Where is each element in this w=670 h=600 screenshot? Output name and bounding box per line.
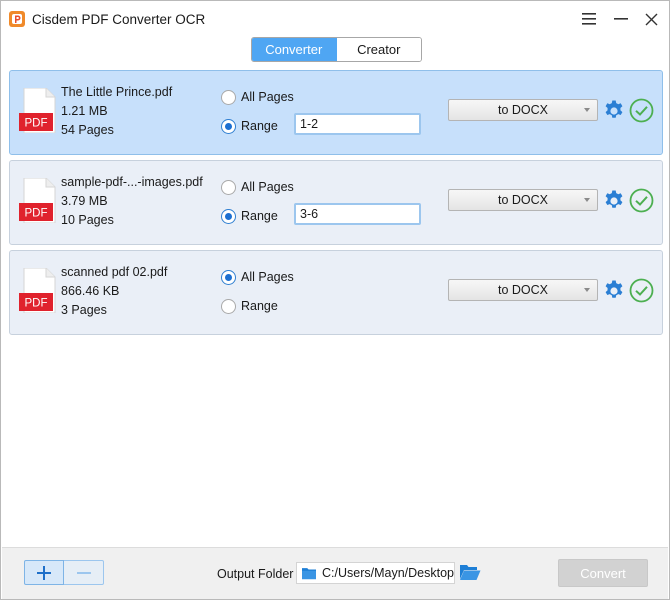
tab-creator[interactable]: Creator bbox=[336, 38, 421, 61]
folder-icon bbox=[302, 568, 317, 580]
title-bar: Cisdem PDF Converter OCR bbox=[1, 1, 669, 35]
range-label: Range bbox=[241, 299, 278, 313]
format-value: to DOCX bbox=[497, 103, 548, 117]
chevron-down-icon bbox=[584, 198, 590, 202]
file-page-count: 3 Pages bbox=[61, 303, 107, 317]
convert-button[interactable]: Convert bbox=[558, 559, 648, 587]
all-pages-radio[interactable] bbox=[221, 90, 236, 105]
app-window: Cisdem PDF Converter OCR Converter Creat… bbox=[0, 0, 670, 600]
check-circle-icon bbox=[629, 278, 654, 303]
app-title: Cisdem PDF Converter OCR bbox=[32, 12, 206, 27]
minus-icon bbox=[76, 571, 91, 574]
add-file-button[interactable] bbox=[24, 560, 64, 585]
file-size: 866.46 KB bbox=[61, 284, 120, 298]
chevron-down-icon bbox=[584, 108, 590, 112]
file-name: The Little Prince.pdf bbox=[61, 85, 173, 99]
gear-icon[interactable] bbox=[602, 189, 626, 213]
svg-text:PDF: PDF bbox=[25, 208, 48, 220]
hamburger-menu-icon[interactable] bbox=[575, 6, 603, 32]
range-radio[interactable] bbox=[221, 119, 236, 134]
minimize-icon[interactable] bbox=[607, 6, 635, 32]
range-radio[interactable] bbox=[221, 209, 236, 224]
file-page-count: 10 Pages bbox=[61, 213, 114, 227]
output-path-text: C:/Users/Mayn/Desktop bbox=[322, 566, 454, 580]
file-row[interactable]: PDF sample-pdf-...-images.pdf 3.79 MB 10… bbox=[9, 160, 663, 245]
file-name: scanned pdf 02.pdf bbox=[61, 265, 168, 279]
all-pages-label: All Pages bbox=[241, 180, 294, 194]
format-dropdown[interactable]: to DOCX bbox=[448, 279, 598, 301]
file-page-count: 54 Pages bbox=[61, 123, 114, 137]
gear-icon[interactable] bbox=[602, 99, 626, 123]
svg-text:PDF: PDF bbox=[25, 298, 48, 310]
bottom-toolbar: Output Folder C:/Users/Mayn/Desktop Conv… bbox=[2, 547, 668, 599]
file-row[interactable]: PDF The Little Prince.pdf 1.21 MB 54 Pag… bbox=[9, 70, 663, 155]
format-dropdown[interactable]: to DOCX bbox=[448, 99, 598, 121]
file-row[interactable]: PDF scanned pdf 02.pdf 866.46 KB 3 Pages… bbox=[9, 250, 663, 335]
format-value: to DOCX bbox=[497, 283, 548, 297]
chevron-down-icon bbox=[584, 288, 590, 292]
plus-icon bbox=[37, 565, 51, 580]
all-pages-radio[interactable] bbox=[221, 180, 236, 195]
close-icon[interactable] bbox=[637, 6, 665, 32]
output-folder-path[interactable]: C:/Users/Mayn/Desktop bbox=[296, 562, 455, 584]
range-radio[interactable] bbox=[221, 299, 236, 314]
app-logo-icon bbox=[9, 11, 25, 27]
pdf-file-icon: PDF bbox=[19, 268, 56, 313]
range-input[interactable] bbox=[294, 113, 421, 135]
mode-tabs: Converter Creator bbox=[251, 37, 422, 62]
all-pages-radio[interactable] bbox=[221, 270, 236, 285]
range-label: Range bbox=[241, 209, 278, 223]
tab-converter[interactable]: Converter bbox=[252, 38, 337, 61]
range-input[interactable] bbox=[294, 203, 421, 225]
format-value: to DOCX bbox=[497, 193, 548, 207]
remove-file-button[interactable] bbox=[64, 560, 104, 585]
file-size: 1.21 MB bbox=[61, 104, 108, 118]
check-circle-icon bbox=[629, 188, 654, 213]
file-name: sample-pdf-...-images.pdf bbox=[61, 175, 203, 189]
pdf-file-icon: PDF bbox=[19, 88, 56, 133]
format-dropdown[interactable]: to DOCX bbox=[448, 189, 598, 211]
check-circle-icon bbox=[629, 98, 654, 123]
open-folder-icon[interactable] bbox=[459, 562, 481, 582]
range-label: Range bbox=[241, 119, 278, 133]
all-pages-label: All Pages bbox=[241, 90, 294, 104]
svg-text:PDF: PDF bbox=[25, 118, 48, 130]
pdf-file-icon: PDF bbox=[19, 178, 56, 223]
output-folder-label: Output Folder bbox=[217, 567, 294, 581]
gear-icon[interactable] bbox=[602, 279, 626, 303]
file-size: 3.79 MB bbox=[61, 194, 108, 208]
all-pages-label: All Pages bbox=[241, 270, 294, 284]
